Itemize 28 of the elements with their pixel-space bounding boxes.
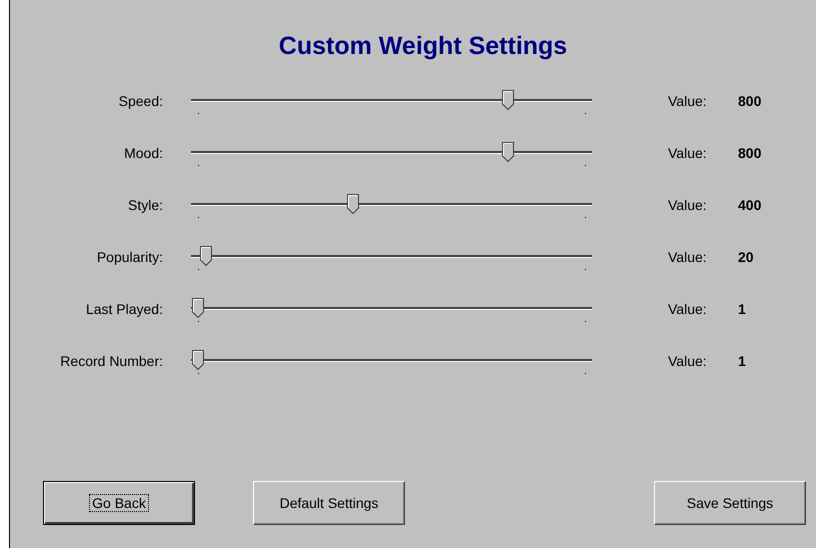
value-label: Value:: [668, 196, 708, 215]
value-label: Value:: [668, 352, 708, 371]
slider-thumb[interactable]: [192, 350, 204, 370]
value-number: 800: [738, 92, 762, 111]
action-button[interactable]: Go Back: [43, 481, 195, 525]
value-number: 400: [738, 196, 762, 215]
slider-thumb[interactable]: [200, 246, 212, 266]
value-number: 1: [738, 300, 746, 319]
value-number: 1: [738, 352, 746, 371]
value-number: 20: [738, 248, 754, 267]
value-label: Value:: [668, 144, 708, 163]
slider-label: Last Played:: [84, 300, 163, 319]
slider-label: Popularity:: [96, 248, 163, 267]
slider-label: Style:: [126, 196, 163, 215]
page-title: Custom Weight Settings: [278, 31, 568, 62]
value-label: Value:: [668, 300, 708, 319]
action-button[interactable]: Save Settings: [654, 481, 806, 525]
slider-label: Record Number:: [59, 352, 163, 371]
slider-thumb[interactable]: [502, 142, 514, 162]
value-number: 800: [738, 144, 762, 163]
value-label: Value:: [668, 92, 708, 111]
slider-thumb[interactable]: [502, 90, 514, 110]
slider-label: Speed:: [118, 92, 163, 111]
slider-thumb[interactable]: [347, 194, 360, 214]
value-label: Value:: [668, 248, 708, 267]
slider-thumb[interactable]: [192, 298, 204, 318]
slider-label: Mood:: [123, 144, 163, 163]
action-button[interactable]: Default Settings: [253, 481, 405, 525]
